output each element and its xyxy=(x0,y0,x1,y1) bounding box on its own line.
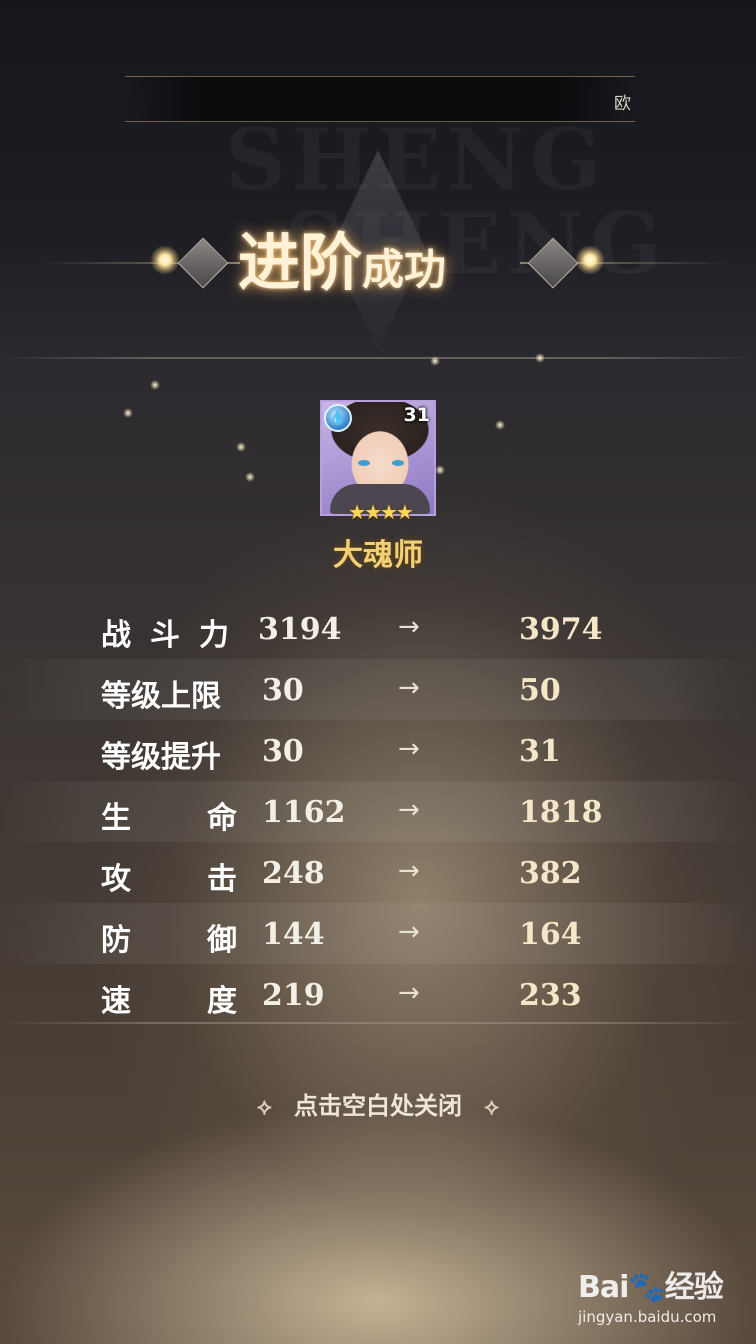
diamond-ornament-icon xyxy=(177,237,229,289)
arrow-right-icon: → xyxy=(398,734,420,764)
hero-eye xyxy=(358,460,370,466)
stat-label-char: 御 xyxy=(207,923,237,958)
stat-label-char: 命 xyxy=(207,801,237,836)
hero-eye xyxy=(392,460,404,466)
stat-label-char: 斗 xyxy=(150,618,180,653)
stat-old-value: 3194 xyxy=(258,612,342,647)
stat-new-value: 1818 xyxy=(519,795,603,830)
water-drop-icon: 💧 xyxy=(324,404,352,432)
stat-new-value: 164 xyxy=(519,917,582,952)
stat-row: 生命 1162 → 1818 xyxy=(0,781,756,842)
stat-label-char: 攻 xyxy=(101,862,131,897)
arrow-right-icon: → xyxy=(398,978,420,1008)
stat-row: 速度 219 → 233 xyxy=(0,964,756,1025)
stats-table: 战斗力 3194 → 3974 等级上限 30 → 50 等级提升 30 → 31 生命 1162 → 181… xyxy=(0,598,756,1025)
stat-label-char: 生 xyxy=(101,801,131,836)
stat-label-char: 战 xyxy=(101,618,131,653)
stat-label-char: 速 xyxy=(101,984,131,1019)
sparkle-particle-icon xyxy=(495,420,505,430)
baidu-logo: Bai🐾经验 xyxy=(578,1270,724,1305)
sparkle-particle-icon xyxy=(236,442,246,452)
stat-label: 等级提升 xyxy=(101,732,237,776)
stat-label-char: 度 xyxy=(207,984,237,1019)
arrow-right-icon: → xyxy=(398,795,420,825)
divider xyxy=(0,357,756,359)
stat-old-value: 30 xyxy=(262,734,304,769)
stat-old-value: 144 xyxy=(262,917,325,952)
stat-old-value: 30 xyxy=(262,673,304,708)
stat-old-value: 1162 xyxy=(262,795,346,830)
stat-new-value: 50 xyxy=(519,673,561,708)
title-main: 进阶 xyxy=(238,226,363,299)
stat-row: 防御 144 → 164 xyxy=(0,903,756,964)
baidu-watermark: Bai🐾经验 jingyan.baidu.com xyxy=(578,1262,753,1326)
left-ornament-icon: ⟡ xyxy=(257,1095,272,1120)
sparkle-particle-icon xyxy=(123,408,133,418)
arrow-right-icon: → xyxy=(398,673,420,703)
hero-name: 大魂师 xyxy=(333,538,423,573)
stat-label: 等级上限 xyxy=(101,671,237,715)
stat-label-char: 力 xyxy=(199,618,229,653)
stat-label: 生命 xyxy=(101,793,237,837)
title-sub: 成功 xyxy=(362,245,447,294)
stat-label-char: 等级提升 xyxy=(101,740,221,775)
sparkle-particle-icon xyxy=(435,465,445,475)
sparkle-particle-icon xyxy=(150,380,160,390)
top-banner-text: 欧 xyxy=(614,94,631,114)
baidu-url: jingyan.baidu.com xyxy=(578,1308,717,1326)
stat-new-value: 382 xyxy=(519,856,582,891)
hero-portrait[interactable]: 💧 31 ★★★★ xyxy=(320,400,436,524)
sparkle-particle-icon xyxy=(535,353,545,363)
stat-old-value: 248 xyxy=(262,856,325,891)
divider xyxy=(0,1022,756,1024)
stat-row: 等级上限 30 → 50 xyxy=(0,659,756,720)
stat-label-char: 等级上限 xyxy=(101,679,221,714)
stat-label: 防御 xyxy=(101,915,237,959)
stat-new-value: 3974 xyxy=(519,612,603,647)
arrow-right-icon: → xyxy=(398,612,420,642)
arrow-right-icon: → xyxy=(398,917,420,947)
stat-row: 战斗力 3194 → 3974 xyxy=(0,598,756,659)
hero-level: 31 xyxy=(403,404,430,426)
stat-new-value: 31 xyxy=(519,734,561,769)
stat-label: 攻击 xyxy=(101,854,237,898)
sparkle-icon xyxy=(575,245,605,275)
stat-label-char: 防 xyxy=(101,923,131,958)
sparkle-particle-icon xyxy=(430,356,440,366)
sparkle-particle-icon xyxy=(245,472,255,482)
sparkle-icon xyxy=(150,245,180,275)
advance-success-title: 进阶成功 xyxy=(238,212,528,302)
stat-label: 速度 xyxy=(101,976,237,1020)
right-ornament-icon: ⟡ xyxy=(484,1095,499,1120)
stat-new-value: 233 xyxy=(519,978,582,1013)
background-watermark-line: SHENG xyxy=(225,118,668,202)
star-rating: ★★★★ xyxy=(348,500,414,524)
stat-old-value: 219 xyxy=(262,978,325,1013)
stat-label: 战斗力 xyxy=(101,610,229,654)
arrow-right-icon: → xyxy=(398,856,420,886)
stat-label-char: 击 xyxy=(207,862,237,897)
close-hint-text: 点击空白处关闭 xyxy=(294,1091,462,1120)
close-hint[interactable]: ⟡ 点击空白处关闭 ⟡ xyxy=(210,1086,546,1121)
stat-row: 攻击 248 → 382 xyxy=(0,842,756,903)
stat-row: 等级提升 30 → 31 xyxy=(0,720,756,781)
